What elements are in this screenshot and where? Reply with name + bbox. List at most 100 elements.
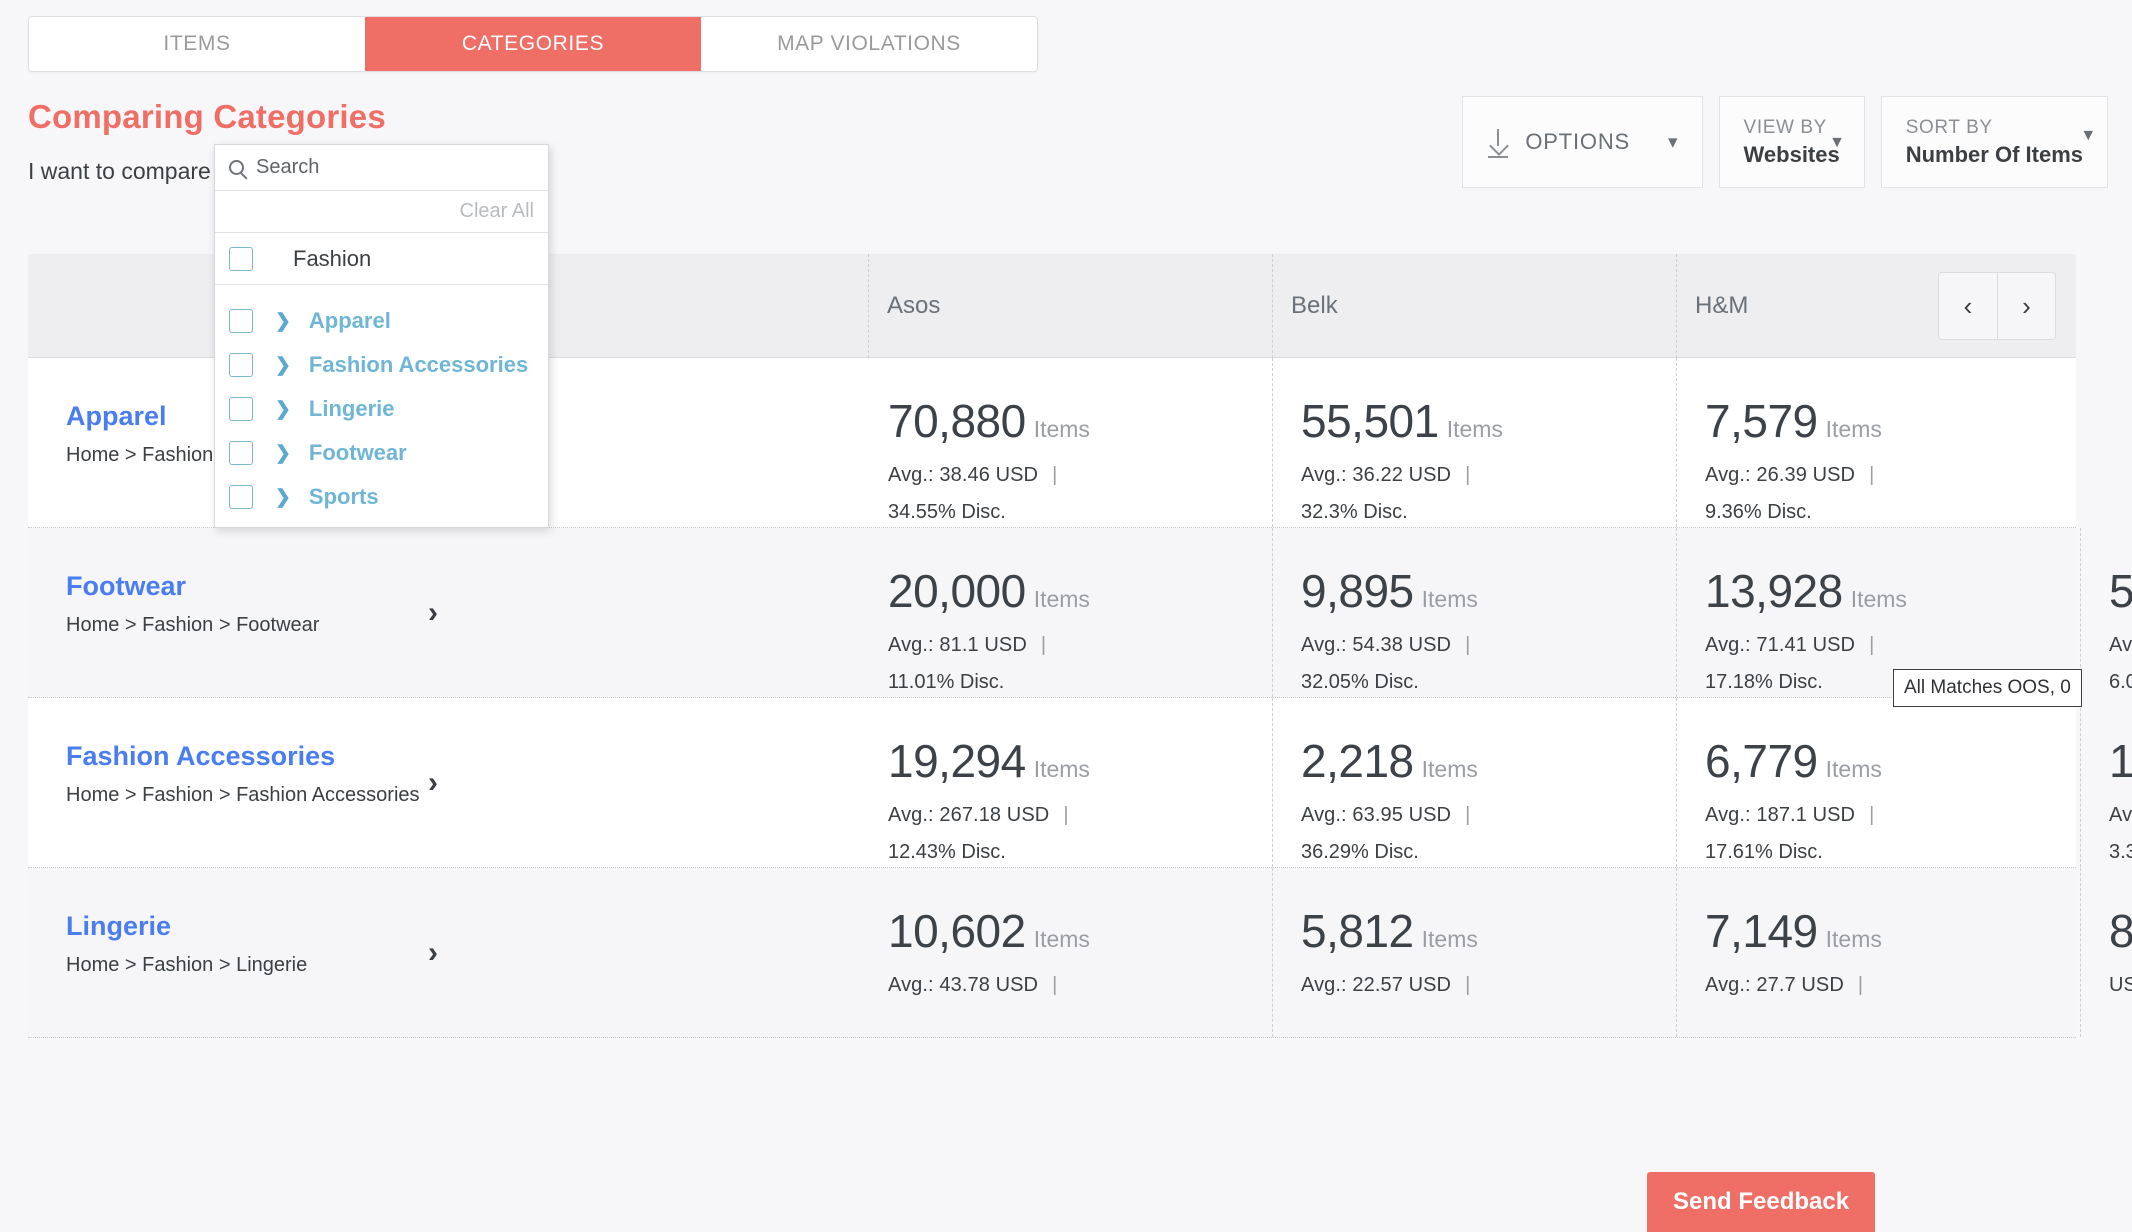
item-count-unit: Items (1825, 756, 1882, 782)
checkbox-sports[interactable] (229, 485, 253, 509)
dropdown-item-lingerie[interactable]: ❯ Lingerie (215, 387, 548, 431)
checkbox-apparel[interactable] (229, 309, 253, 333)
row-metric-cell: 10,602 Items Avg.: 43.78 USD | (868, 868, 1272, 1037)
page-title: Comparing Categories (28, 98, 386, 135)
dropdown-item-label: Apparel (308, 308, 391, 333)
tab-map-violations[interactable]: MAP VIOLATIONS (701, 17, 1037, 71)
row-expand-icon[interactable]: › (428, 766, 438, 800)
average-price: Avg.: 71.41 USD | (1705, 634, 2080, 657)
average-price-text: Avg.: 27.7 USD (1705, 974, 1844, 996)
chevron-down-icon: ▾ (2083, 124, 2093, 146)
metric-separator: | (1052, 464, 1058, 486)
category-breadcrumb: Home > Fashion > Fashion Accessories (66, 783, 420, 806)
item-count-unit: Items (1421, 756, 1478, 782)
average-price: Avg.: 22.57 USD | (1301, 974, 1676, 997)
item-count: 889 (2109, 905, 2132, 957)
category-name-link[interactable]: Footwear (66, 571, 868, 602)
category-name-link[interactable]: Fashion Accessories (66, 741, 868, 772)
item-count-unit: Items (1421, 586, 1478, 612)
average-price-text: Avg.: 22.57 USD (1301, 974, 1452, 996)
metric-separator: | (1465, 634, 1471, 656)
row-expand-icon[interactable]: › (428, 596, 438, 630)
average-price: Avg.: 81.1 USD | (888, 634, 1272, 657)
metric-separator: | (1465, 974, 1471, 996)
options-label: OPTIONS (1525, 129, 1630, 154)
dropdown-item-label: Fashion Accessories (308, 352, 529, 377)
average-price-text: Avg.: 63.95 USD (1301, 804, 1452, 826)
average-price-text: USD (2109, 974, 2132, 996)
chevron-right-icon[interactable]: ❯ (275, 310, 291, 333)
average-price-text: Avg.: 26.39 USD (1705, 464, 1856, 486)
item-count: 6,779 (1705, 735, 1818, 787)
checkbox-fashion-accessories[interactable] (229, 353, 253, 377)
checkbox-fashion[interactable] (229, 246, 253, 271)
chevron-right-icon[interactable]: ❯ (275, 354, 291, 377)
average-price-text: Avg.: 23.87 USD (2109, 804, 2132, 826)
metric-separator: | (1857, 974, 1864, 996)
row-category-cell: Lingerie Home > Fashion > Lingerie › (28, 868, 868, 1037)
item-count: 5,812 (1301, 905, 1414, 957)
search-input[interactable] (256, 156, 534, 179)
checkbox-lingerie[interactable] (229, 397, 253, 421)
item-count-unit: Items (1033, 586, 1090, 612)
discount-percent: 32.05% Disc. (1301, 671, 1419, 693)
row-category-cell: Footwear Home > Fashion > Footwear › (28, 528, 868, 697)
compare-label: I want to compare (28, 158, 211, 184)
item-count-unit: Items (1446, 416, 1503, 442)
options-button[interactable]: OPTIONS ▾ (1462, 96, 1703, 188)
dropdown-root-item[interactable]: Fashion (215, 233, 548, 285)
dropdown-item-footwear[interactable]: ❯ Footwear (215, 431, 548, 475)
row-expand-icon[interactable]: › (428, 936, 438, 970)
average-price: Avg.: 43.78 USD | (888, 974, 1272, 997)
item-count-unit: Items (1033, 756, 1090, 782)
discount-percent: 12.43% Disc. (888, 841, 1006, 863)
average-price-text: Avg.: 81.1 USD (888, 634, 1027, 656)
pager-next-button[interactable]: › (1997, 273, 2055, 339)
metric-separator: | (1052, 974, 1058, 996)
dropdown-root-label: Fashion (293, 245, 372, 271)
view-by-value: Websites (1743, 142, 1840, 168)
dropdown-item-sports[interactable]: ❯ Sports (215, 475, 548, 519)
tab-items[interactable]: ITEMS (29, 17, 365, 71)
dropdown-list: ❯ Apparel ❯ Fashion Accessories ❯ Linger… (215, 285, 548, 527)
metric-separator: | (1869, 464, 1875, 486)
column-pager: ‹ › (1938, 272, 2056, 340)
sort-by-value: Number Of Items (1905, 142, 2083, 168)
metric-separator: | (1465, 464, 1471, 486)
average-price-text: Avg.: 187.1 USD (1705, 804, 1856, 826)
discount-percent: 11.01% Disc. (888, 671, 1005, 693)
average-price: Avg.: 36.22 USD | (1301, 464, 1676, 487)
sort-by-dropdown[interactable]: SORT BY Number Of Items ▾ (1880, 96, 2108, 188)
item-count-unit: Items (1825, 416, 1882, 442)
item-count-unit: Items (1421, 926, 1478, 952)
item-count: 10,602 (888, 905, 1026, 957)
checkbox-footwear[interactable] (229, 441, 253, 465)
view-by-dropdown[interactable]: VIEW BY Websites ▾ (1718, 96, 1865, 188)
category-name-link[interactable]: Lingerie (66, 911, 868, 942)
average-price: Avg.: 26.39 USD | (1705, 464, 2080, 487)
metric-separator: | (1869, 804, 1875, 826)
clear-all-button[interactable]: Clear All (215, 191, 548, 233)
average-price-text: Avg.: 36.22 USD (1301, 464, 1452, 486)
send-feedback-button[interactable]: Send Feedback (1647, 1172, 1876, 1232)
row-metric-cell: 7,579 Items Avg.: 26.39 USD | 9.36% Disc. (1676, 358, 2080, 527)
tab-categories[interactable]: CATEGORIES (365, 17, 701, 71)
table-row: Lingerie Home > Fashion > Lingerie › 10,… (28, 868, 2132, 1038)
dropdown-item-fashion-accessories[interactable]: ❯ Fashion Accessories (215, 343, 548, 387)
average-price: Avg.: 267.18 USD | (888, 804, 1272, 827)
dropdown-item-label: Lingerie (308, 396, 395, 421)
row-metric-cell: 889 Items USD| (2080, 868, 2132, 1037)
chevron-right-icon[interactable]: ❯ (275, 398, 291, 421)
metric-separator: | (1465, 804, 1471, 826)
chevron-right-icon[interactable]: ❯ (275, 442, 291, 465)
download-icon (1487, 129, 1509, 158)
tab-categories-label: CATEGORIES (461, 32, 605, 55)
dropdown-item-apparel[interactable]: ❯ Apparel (215, 299, 548, 343)
tab-map-violations-label: MAP VIOLATIONS (777, 32, 961, 55)
pager-prev-button[interactable]: ‹ (1939, 273, 1997, 339)
item-count: 13,928 (1705, 565, 1843, 617)
dropdown-item-label: Footwear (308, 440, 407, 465)
item-count: 7,149 (1705, 905, 1818, 957)
average-price: Avg.: 187.1 USD | (1705, 804, 2080, 827)
chevron-right-icon[interactable]: ❯ (275, 486, 291, 509)
